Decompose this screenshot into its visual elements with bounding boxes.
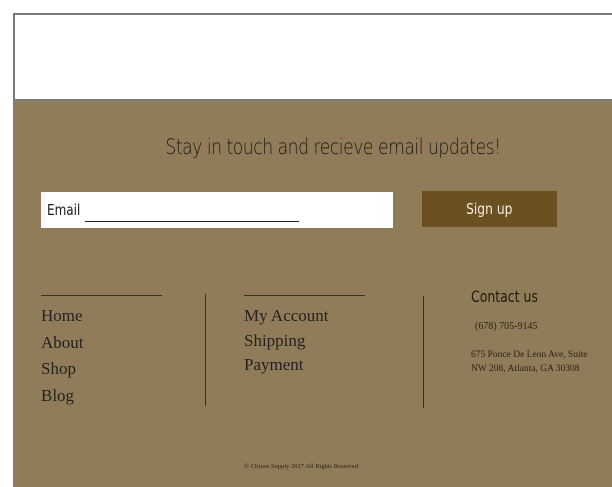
signup-button[interactable]: Sign up xyxy=(422,191,557,227)
nav-link-shop[interactable]: Shop xyxy=(41,359,76,378)
column-divider-2 xyxy=(423,296,424,408)
contact-phone: (678) 705-9145 xyxy=(475,321,538,332)
nav-primary-rule xyxy=(41,295,162,296)
nav-link-home[interactable]: Home xyxy=(41,306,83,325)
nav-primary: Home About Shop Blog xyxy=(41,303,84,409)
signup-button-label: Sign up xyxy=(466,200,513,218)
footer: Stay in touch and recieve email updates!… xyxy=(13,101,612,487)
newsletter-heading: Stay in touch and recieve email updates! xyxy=(165,135,501,159)
nav-link-shipping[interactable]: Shipping xyxy=(244,331,305,350)
header-panel xyxy=(13,13,612,101)
copyright: © Citizen Supply 2017 All Rights Reserve… xyxy=(244,463,358,470)
nav-account: My Account Shipping Payment xyxy=(244,304,329,378)
contact-address-line1: 675 Ponce De Leon Ave, Suite xyxy=(471,350,588,360)
contact-address-line2: NW 208, Atlanta, GA 30308 xyxy=(471,364,580,374)
nav-link-my-account[interactable]: My Account xyxy=(244,306,329,325)
nav-account-rule xyxy=(244,295,365,296)
nav-link-payment[interactable]: Payment xyxy=(244,355,304,374)
email-input[interactable] xyxy=(85,198,299,222)
nav-link-blog[interactable]: Blog xyxy=(41,386,74,405)
contact-address: 675 Ponce De Leon Ave, Suite NW 208, Atl… xyxy=(471,348,587,376)
contact-title: Contact us xyxy=(471,287,538,306)
email-label: Email xyxy=(47,201,81,219)
email-form: Email xyxy=(41,192,393,228)
nav-link-about[interactable]: About xyxy=(41,333,84,352)
column-divider-1 xyxy=(205,294,206,406)
